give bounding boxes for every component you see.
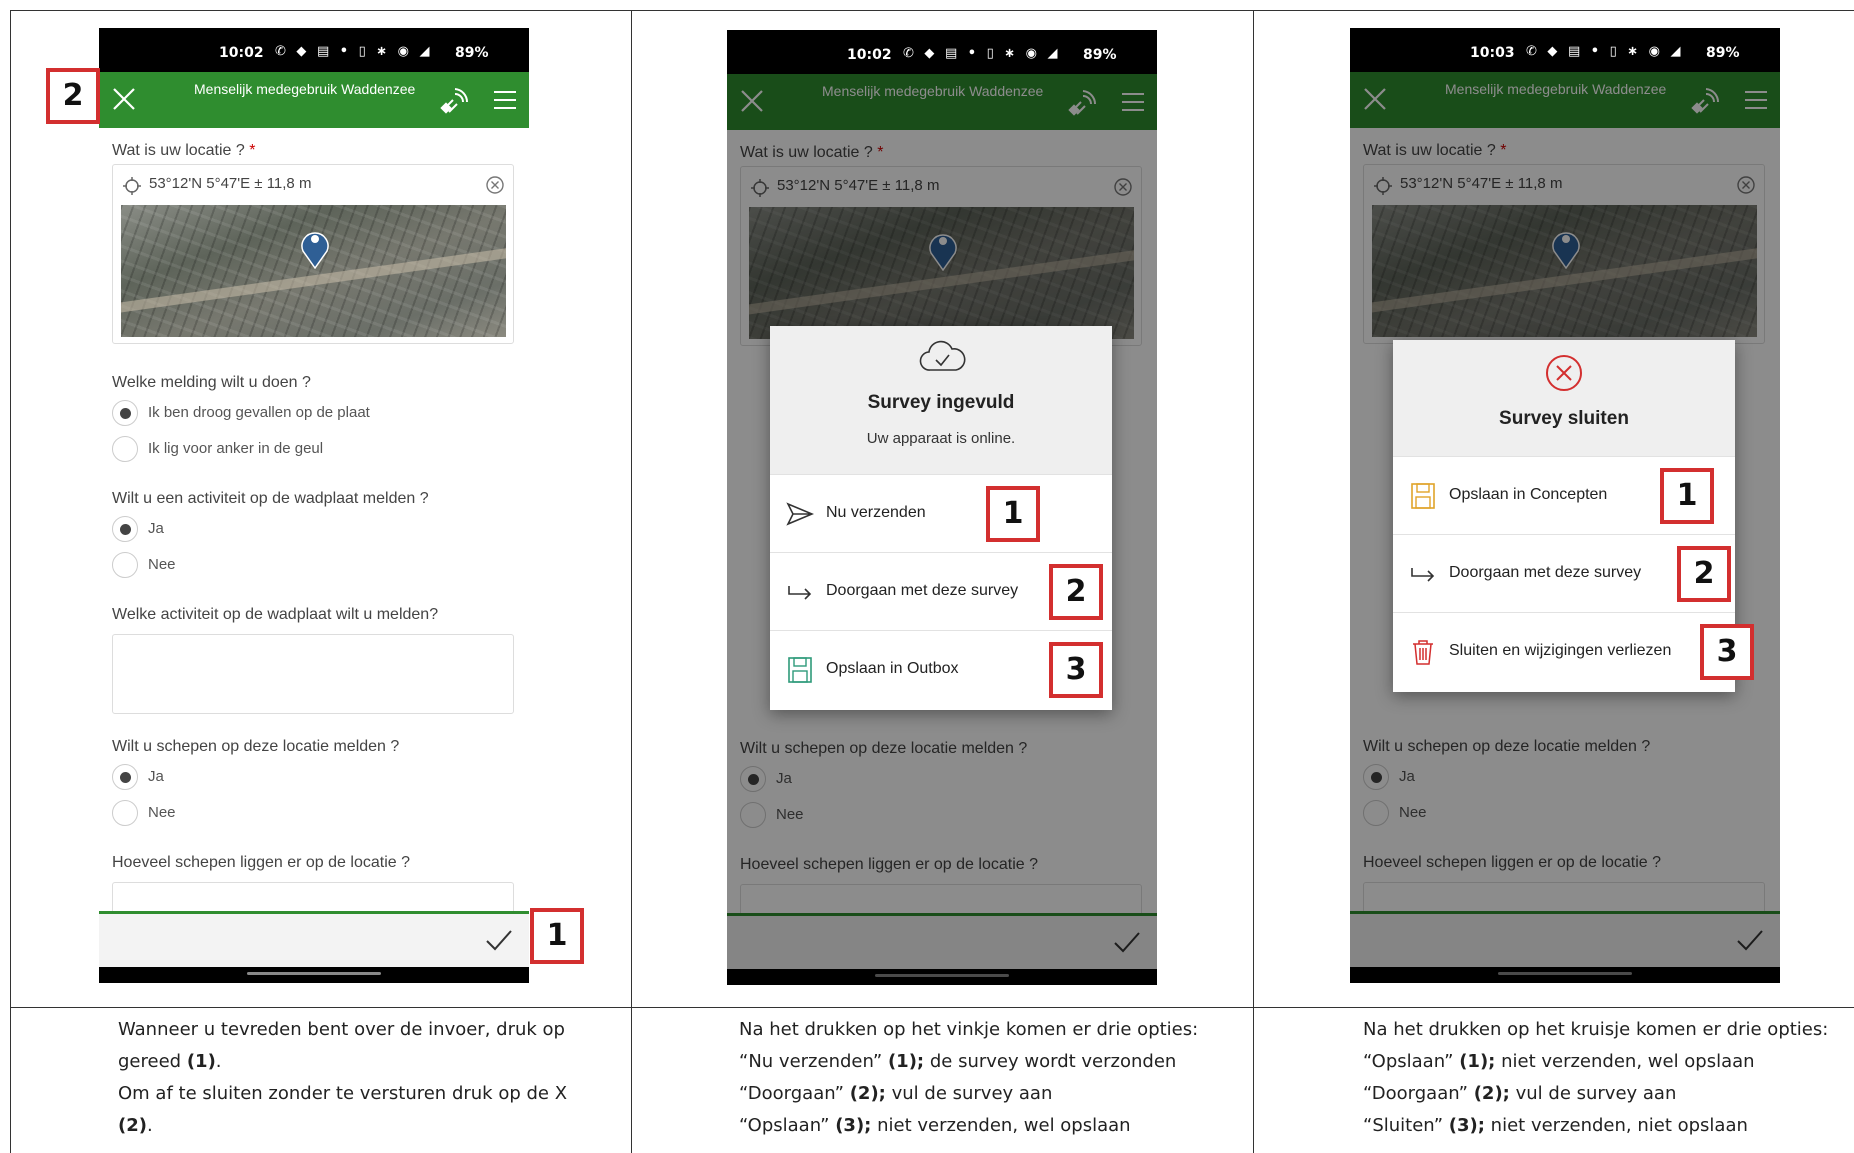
battery-level: 89%	[455, 45, 489, 61]
option-label: Sluiten en wijzigingen verliezen	[1449, 642, 1672, 659]
form-content: Wat is uw locatie ? * 53°12'N 5°47'E ± 1…	[99, 128, 529, 938]
radio-dot[interactable]	[112, 436, 138, 462]
phone-screen-submit: 10:02 ✆ ◆ ▤ • ▯ ∗ ◉ ◢ 89% Menselijk mede…	[727, 30, 1157, 985]
caption-submit: Na het drukken op het vinkje komen er dr…	[739, 1019, 1199, 1136]
close-circle-icon	[1546, 355, 1582, 391]
location-value: 53°12'N 5°47'E ± 11,8 m	[149, 175, 312, 192]
app-title: Menselijk medegebruik Waddenzee	[194, 81, 416, 97]
column-close-dialog: 10:03 ✆ ◆ ▤ • ▯ ∗ ◉ ◢ 89% Menselijk mede…	[1253, 10, 1854, 1153]
status-time: 10:02	[847, 47, 892, 63]
callout-1-submit: 1	[530, 908, 584, 964]
option-label: Opslaan in Outbox	[826, 660, 959, 677]
dialog-header: Survey sluiten	[1393, 340, 1735, 456]
map-preview[interactable]	[121, 205, 506, 337]
status-icons: ✆ ◆ ▤ • ▯ ∗ ◉ ◢	[903, 46, 1061, 61]
column-submit-dialog: 10:02 ✆ ◆ ▤ • ▯ ∗ ◉ ◢ 89% Menselijk mede…	[631, 10, 1253, 1153]
question-activity: Wilt u een activiteit op de wadplaat mel…	[112, 490, 429, 507]
home-indicator[interactable]	[247, 972, 381, 975]
cloud-check-icon	[919, 340, 966, 371]
status-time: 10:02	[219, 45, 264, 61]
status-bar: 10:02 ✆ ◆ ▤ • ▯ ∗ ◉ ◢ 89%	[99, 28, 529, 72]
send-icon	[786, 502, 814, 526]
question-which-activity: Welke activiteit op de wadplaat wilt u m…	[112, 606, 439, 623]
location-field[interactable]: 53°12'N 5°47'E ± 11,8 m	[112, 164, 514, 344]
submit-check-icon[interactable]	[485, 928, 513, 952]
trash-icon	[1413, 640, 1433, 665]
option-label: Doorgaan met deze survey	[1449, 564, 1642, 581]
option-send-now[interactable]: Nu verzenden	[770, 474, 1112, 552]
continue-arrow-icon	[788, 586, 812, 600]
close-icon[interactable]	[111, 86, 137, 112]
status-bar: 10:03 ✆ ◆ ▤ • ▯ ∗ ◉ ◢ 89%	[1350, 28, 1780, 72]
phone-screen-close: 10:03 ✆ ◆ ▤ • ▯ ∗ ◉ ◢ 89% Menselijk mede…	[1350, 28, 1780, 983]
callout-2-close: 2	[46, 68, 100, 124]
dialog-header: Survey ingevuld Uw apparaat is online.	[770, 326, 1112, 474]
radio-dot[interactable]	[112, 800, 138, 826]
radio-dot[interactable]	[112, 764, 138, 790]
callout-2-continue: 2	[1049, 564, 1103, 620]
dialog-subtitle: Uw apparaat is online.	[866, 430, 1016, 447]
callout-1-drafts: 1	[1660, 468, 1714, 524]
system-nav-bar	[99, 967, 529, 983]
satellite-gps-icon[interactable]	[439, 86, 469, 116]
status-icons: ✆ ◆ ▤ • ▯ ∗ ◉ ◢	[275, 44, 433, 59]
status-icons: ✆ ◆ ▤ • ▯ ∗ ◉ ◢	[1526, 44, 1684, 59]
radio-dot[interactable]	[112, 516, 138, 542]
map-pin-icon	[301, 232, 329, 269]
save-disk-icon	[788, 657, 812, 683]
instruction-table: 10:02 ✆ ◆ ▤ • ▯ ∗ ◉ ◢ 89% Menselijk mede…	[10, 10, 1854, 1153]
crosshair-icon	[123, 177, 141, 195]
activity-textarea[interactable]	[112, 634, 514, 714]
form-footer	[99, 911, 529, 967]
battery-level: 89%	[1083, 47, 1117, 63]
question-report: Welke melding wilt u doen ?	[112, 374, 311, 391]
continue-arrow-icon	[1411, 568, 1435, 582]
caption-close: Na het drukken op het kruisje komen er d…	[1363, 1019, 1829, 1136]
status-time: 10:03	[1470, 45, 1515, 61]
phone-screen-form: 10:02 ✆ ◆ ▤ • ▯ ∗ ◉ ◢ 89% Menselijk mede…	[99, 28, 529, 983]
question-ships: Wilt u schepen op deze locatie melden ?	[112, 738, 400, 755]
callout-3-discard: 3	[1700, 624, 1754, 680]
clear-location-icon[interactable]	[485, 175, 505, 195]
option-label: Nu verzenden	[826, 504, 926, 521]
hamburger-menu-icon[interactable]	[493, 89, 517, 111]
option-label: Opslaan in Concepten	[1449, 486, 1608, 503]
option-discard-changes[interactable]: Sluiten en wijzigingen verliezen	[1393, 612, 1735, 690]
column-form: 10:02 ✆ ◆ ▤ • ▯ ∗ ◉ ◢ 89% Menselijk mede…	[10, 10, 631, 1153]
status-bar: 10:02 ✆ ◆ ▤ • ▯ ∗ ◉ ◢ 89%	[727, 30, 1157, 74]
callout-3-outbox: 3	[1049, 642, 1103, 698]
radio-dot[interactable]	[112, 552, 138, 578]
app-bar: Menselijk medegebruik Waddenzee	[99, 72, 529, 128]
callout-2-continue: 2	[1677, 546, 1731, 602]
caption-form: Wanneer u tevreden bent over de invoer, …	[118, 1019, 568, 1136]
save-disk-icon	[1411, 483, 1435, 509]
callout-1-send: 1	[986, 486, 1040, 542]
dialog-title: Survey sluiten	[1499, 408, 1629, 429]
battery-level: 89%	[1706, 45, 1740, 61]
question-location: Wat is uw locatie ? *	[112, 142, 256, 159]
option-label: Doorgaan met deze survey	[826, 582, 1019, 599]
question-ship-count: Hoeveel schepen liggen er op de locatie …	[112, 854, 410, 871]
radio-dot[interactable]	[112, 400, 138, 426]
dialog-title: Survey ingevuld	[867, 392, 1015, 413]
